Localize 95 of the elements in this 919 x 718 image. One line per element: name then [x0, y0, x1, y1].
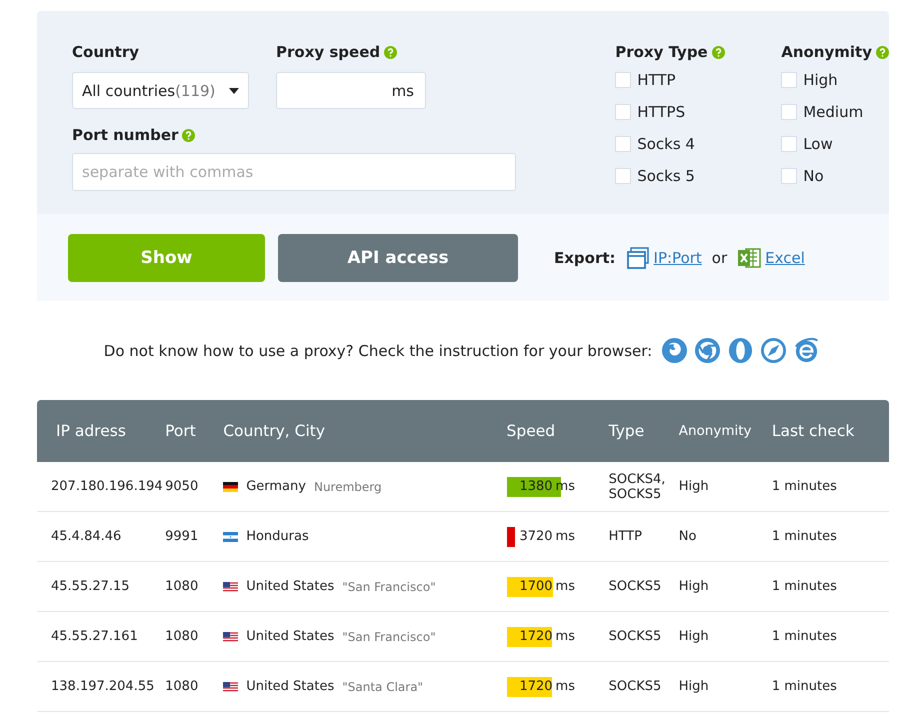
port-field[interactable]: separate with commas — [72, 153, 516, 191]
table-cell: SOCKS5 — [608, 562, 679, 612]
city-name: "San Francisco" — [342, 580, 436, 594]
city-name: "Santa Clara" — [342, 680, 424, 694]
ie-icon[interactable] — [793, 337, 820, 364]
separator-text: or — [712, 249, 728, 267]
export-link[interactable]: IP:Port — [626, 246, 702, 270]
flag-icon — [223, 582, 238, 592]
flag-icon — [223, 682, 238, 692]
column-header: Speed — [506, 400, 609, 462]
city-name: "San Francisco" — [342, 630, 436, 644]
checkbox[interactable] — [615, 168, 632, 184]
caret-icon — [229, 88, 239, 94]
field-label: Proxy speed — [276, 43, 380, 61]
flag-icon — [223, 482, 238, 492]
table-cell: 1 minutes — [772, 612, 889, 662]
table-cell: HTTP — [608, 512, 679, 562]
table-cell: High — [678, 662, 772, 712]
table-cell: 45.55.27.161 — [37, 612, 166, 662]
table-cell: 207.180.196.194 — [37, 462, 166, 512]
link-text: Excel — [765, 249, 805, 267]
export-label: Export: — [554, 249, 616, 267]
table-cell: 1 minutes — [772, 662, 889, 712]
speed-value: 1380 — [518, 479, 553, 494]
table-cell: 1 minutes — [772, 562, 889, 612]
column-header: Port — [165, 400, 224, 462]
column-header: Anonymity — [678, 400, 772, 462]
checkbox[interactable] — [615, 104, 632, 120]
country-name: United States — [246, 579, 334, 594]
column-header: Type — [608, 400, 679, 462]
windows-icon — [626, 246, 650, 270]
checkbox[interactable] — [615, 72, 632, 88]
api-access-button[interactable]: API access — [278, 234, 518, 282]
option-label: Socks 4 — [637, 135, 695, 153]
speed-unit: ms — [556, 629, 575, 644]
show-button[interactable]: Show — [68, 234, 265, 282]
table-cell: SOCKS4, SOCKS5 — [608, 462, 679, 512]
field-label: Port number — [72, 126, 178, 144]
help-icon — [712, 46, 725, 58]
table-cell: High — [678, 462, 772, 512]
checkbox[interactable] — [781, 72, 798, 88]
compass-icon[interactable] — [760, 337, 788, 364]
table-cell: 45.55.27.15 — [37, 562, 166, 612]
speed-field[interactable]: ms — [276, 72, 426, 109]
help-text: Do not know how to use a proxy? Check the instruction for your browser: — [104, 342, 652, 360]
field-label: Anonymity — [781, 43, 872, 61]
checkbox[interactable] — [615, 136, 632, 152]
column-header: IP adress — [37, 400, 166, 462]
table-cell: SOCKS5 — [608, 612, 679, 662]
speed-unit: ms — [556, 679, 575, 694]
table-cell: High — [678, 612, 772, 662]
table-cell: SOCKS5 — [608, 662, 679, 712]
speed-unit: ms — [556, 529, 575, 544]
table-cell: 1 minutes — [772, 512, 889, 562]
chrome-icon[interactable] — [694, 337, 722, 364]
table-cell: High — [678, 562, 772, 612]
option-label: No — [803, 167, 824, 185]
speed-value: 1700 — [518, 579, 553, 594]
field-label: Country — [72, 43, 140, 61]
checkbox[interactable] — [781, 136, 798, 152]
help-icon — [876, 46, 889, 58]
opera-icon[interactable] — [727, 337, 754, 364]
column-header: Last check — [772, 400, 889, 462]
country-name: Honduras — [246, 529, 309, 544]
option-label: Medium — [803, 103, 864, 121]
option-label: Socks 5 — [637, 167, 695, 185]
field-label: Proxy Type — [615, 43, 708, 61]
option-label: HTTP — [637, 71, 676, 89]
checkbox[interactable] — [781, 168, 798, 184]
speed-unit: ms — [556, 579, 575, 594]
city-name: Nuremberg — [314, 480, 382, 494]
flag-icon — [223, 532, 238, 542]
option-label: Low — [803, 135, 833, 153]
country-name: Germany — [246, 479, 306, 494]
speed-value: 1720 — [518, 629, 553, 644]
option-label: HTTPS — [637, 103, 686, 121]
help-icon — [182, 128, 196, 142]
firefox-icon[interactable] — [661, 337, 688, 364]
country-name: United States — [246, 679, 334, 694]
country-dropdown[interactable]: All countries(119) — [72, 72, 249, 109]
country-name: United States — [246, 629, 334, 644]
link-text: IP:Port — [654, 249, 702, 267]
export-link[interactable]: Excel — [737, 246, 805, 270]
column-header: Country, City — [223, 400, 507, 462]
table-cell: 138.197.204.55 — [37, 662, 166, 712]
help-icon — [384, 46, 398, 58]
table-cell: No — [678, 512, 772, 562]
speed-value: 3720 — [518, 529, 553, 544]
speed-value: 1720 — [518, 679, 553, 694]
table-cell: 45.4.84.46 — [37, 512, 166, 562]
spreadsheet-icon — [737, 246, 762, 270]
flag-icon — [223, 632, 238, 642]
option-label: High — [803, 71, 838, 89]
table-cell: 1 minutes — [772, 462, 889, 512]
checkbox[interactable] — [781, 104, 798, 120]
